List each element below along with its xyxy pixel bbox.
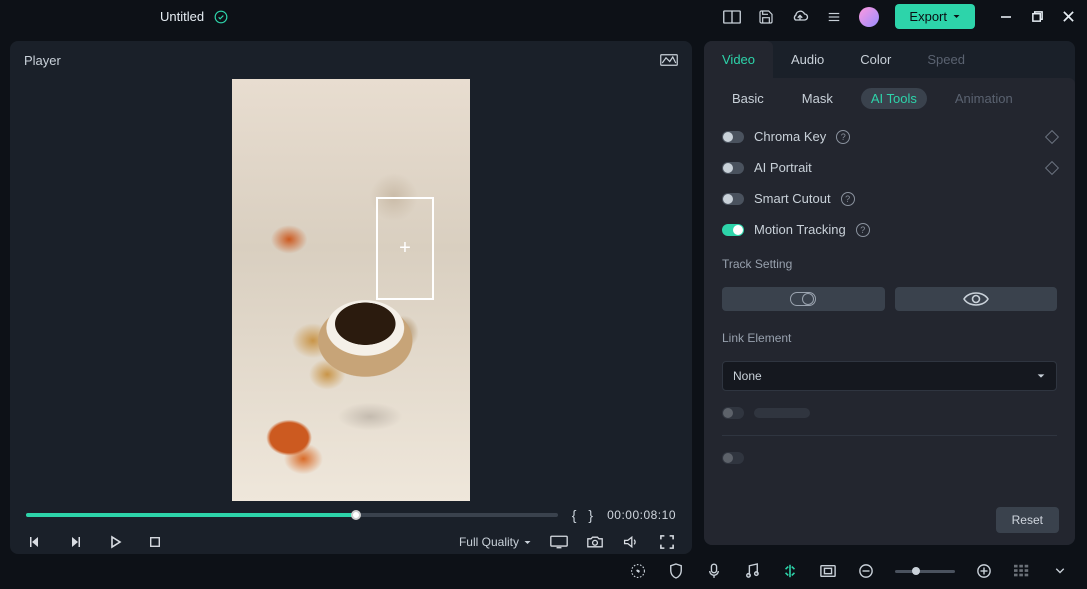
fullscreen-icon[interactable] [658, 533, 676, 551]
option-motion-tracking: Motion Tracking ? [722, 222, 1057, 237]
quality-dropdown[interactable]: Full Quality [459, 535, 532, 549]
layout-icon[interactable] [723, 8, 741, 26]
track-setting-slider[interactable] [722, 287, 885, 311]
help-icon[interactable]: ? [836, 130, 850, 144]
zoom-slider[interactable] [895, 570, 955, 573]
help-icon[interactable]: ? [841, 192, 855, 206]
shield-icon[interactable] [667, 562, 685, 580]
music-icon[interactable] [743, 562, 761, 580]
crop-icon[interactable] [819, 562, 837, 580]
plus-icon: + [399, 237, 411, 260]
minimize-icon[interactable] [999, 10, 1013, 24]
scopes-icon[interactable] [660, 51, 678, 69]
play-button[interactable] [106, 533, 124, 551]
maximize-icon[interactable] [1031, 10, 1044, 24]
video-frame: + [232, 79, 470, 501]
export-button[interactable]: Export [895, 4, 975, 29]
snapshot-icon[interactable] [586, 533, 604, 551]
zoom-out-icon[interactable] [857, 562, 875, 580]
prev-frame-button[interactable] [26, 533, 44, 551]
player-label: Player [24, 53, 61, 68]
keyframe-icon[interactable] [1045, 160, 1059, 174]
more-icon[interactable] [1051, 562, 1069, 580]
mark-in-icon[interactable]: { [572, 507, 577, 523]
help-icon[interactable]: ? [856, 223, 870, 237]
toggle-smart-cutout[interactable] [722, 193, 744, 205]
disabled-option-2 [722, 452, 1057, 464]
menu-icon[interactable] [825, 8, 843, 26]
close-icon[interactable] [1062, 10, 1075, 24]
timecode: 00:00:08:10 [607, 508, 676, 522]
toggle-ai-portrait[interactable] [722, 162, 744, 174]
video-subtabs: Basic Mask AI Tools Animation [704, 78, 1075, 117]
title-bar: Untitled Export [0, 0, 1087, 33]
stop-button[interactable] [146, 533, 164, 551]
timeline-toolbar [0, 553, 1087, 589]
link-element-select[interactable]: None [722, 361, 1057, 391]
seek-thumb[interactable] [351, 510, 361, 520]
option-ai-portrait: AI Portrait [722, 160, 1057, 175]
subtab-ai-tools[interactable]: AI Tools [861, 88, 927, 109]
auto-enhance-icon[interactable] [629, 562, 647, 580]
next-frame-button[interactable] [66, 533, 84, 551]
tab-video[interactable]: Video [704, 41, 773, 78]
subtab-basic[interactable]: Basic [722, 88, 774, 109]
marker-icon[interactable] [781, 562, 799, 580]
seek-bar[interactable] [26, 513, 558, 517]
mark-out-icon[interactable]: } [588, 507, 593, 523]
toggle-chroma-key[interactable] [722, 131, 744, 143]
volume-icon[interactable] [622, 533, 640, 551]
save-icon[interactable] [757, 8, 775, 26]
motion-tracking-box[interactable]: + [376, 197, 434, 300]
project-title: Untitled [160, 9, 204, 24]
player-viewport[interactable]: + [10, 79, 692, 501]
option-smart-cutout: Smart Cutout ? [722, 191, 1057, 206]
track-setting-eye[interactable] [895, 287, 1058, 311]
disabled-option-1 [722, 407, 1057, 419]
inspector-tabs: Video Audio Color Speed [704, 41, 1075, 78]
tab-audio[interactable]: Audio [773, 41, 842, 78]
mic-icon[interactable] [705, 562, 723, 580]
subtab-mask[interactable]: Mask [792, 88, 843, 109]
cloud-icon[interactable] [791, 8, 809, 26]
link-element-label: Link Element [722, 331, 1057, 345]
subtab-animation: Animation [945, 88, 1023, 109]
track-setting-label: Track Setting [722, 257, 1057, 271]
avatar[interactable] [859, 7, 879, 27]
option-chroma-key: Chroma Key ? [722, 129, 1057, 144]
zoom-in-icon[interactable] [975, 562, 993, 580]
keyframe-icon[interactable] [1045, 129, 1059, 143]
reset-button[interactable]: Reset [996, 507, 1059, 533]
toggle-motion-tracking[interactable] [722, 224, 744, 236]
tab-speed: Speed [909, 41, 983, 78]
saved-check-icon [214, 10, 228, 24]
tab-color[interactable]: Color [842, 41, 909, 78]
player-panel: Player + { } 00:00:08:10 [0, 33, 700, 553]
inspector-panel: Video Audio Color Speed Basic Mask AI To… [700, 33, 1087, 553]
display-icon[interactable] [550, 533, 568, 551]
grid-view-icon[interactable] [1013, 562, 1031, 580]
